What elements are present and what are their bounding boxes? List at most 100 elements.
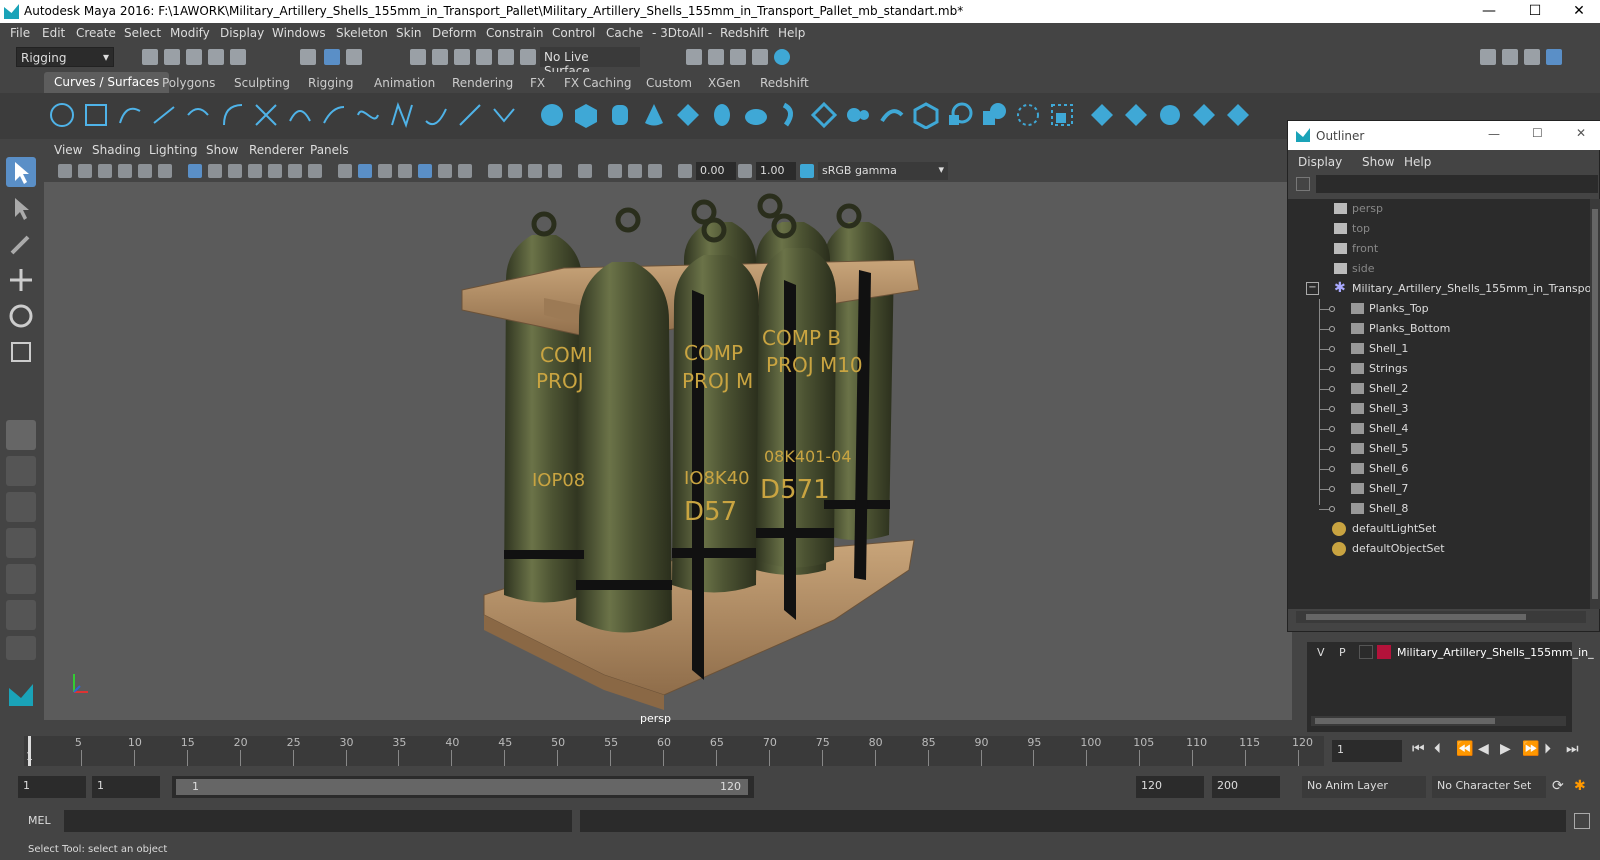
time-ruler[interactable]: 1 5 10 15 20 25 30 35 40 45 50 55 60 65 70 75 80 85 90 95 1… (24, 736, 1324, 766)
step-forward-frame-icon[interactable]: ⏵ (1544, 741, 1551, 757)
lasso-tool-icon[interactable] (6, 193, 36, 223)
outliner-vertical-scrollbar[interactable] (1590, 199, 1600, 609)
layer-type-toggle[interactable] (1359, 645, 1373, 659)
tab-fx-caching[interactable]: FX Caching (564, 76, 631, 90)
tab-sculpting[interactable]: Sculpting (234, 76, 290, 90)
nurbs-sphere-icon[interactable] (538, 101, 566, 129)
cv-curve-icon[interactable] (116, 101, 144, 129)
maximize-button[interactable]: ☐ (1532, 126, 1543, 140)
go-to-start-icon[interactable]: ⏮ (1412, 741, 1425, 757)
maya-home-icon[interactable] (6, 680, 36, 710)
persp-graph-layout-icon[interactable] (6, 528, 36, 558)
collapse-icon[interactable]: − (1306, 282, 1319, 295)
expand-icon[interactable] (1329, 486, 1335, 492)
layout-options-icon[interactable] (6, 636, 36, 660)
hypershade-icon[interactable] (774, 49, 790, 65)
stitch-icon[interactable] (1224, 101, 1252, 129)
nurbs-plane-icon[interactable] (674, 101, 702, 129)
resolution-gate-icon[interactable] (228, 164, 242, 178)
wireframe-icon[interactable] (338, 164, 352, 178)
textured-icon[interactable] (418, 164, 432, 178)
xray-active-icon[interactable] (628, 164, 642, 178)
play-backward-icon[interactable]: ◀ (1478, 741, 1489, 757)
expand-icon[interactable] (1329, 366, 1335, 372)
color-management-icon[interactable] (800, 164, 814, 178)
command-language-label[interactable]: MEL (28, 814, 51, 827)
tab-rendering[interactable]: Rendering (452, 76, 513, 90)
smooth-shade-icon[interactable] (358, 164, 372, 178)
expand-icon[interactable] (1329, 446, 1335, 452)
attribute-editor-icon[interactable] (1524, 49, 1540, 65)
command-input[interactable] (64, 810, 572, 832)
ipr-render-icon[interactable] (730, 49, 746, 65)
vp-menu-renderer[interactable]: Renderer (249, 143, 304, 157)
view-transform-dropdown[interactable]: sRGB gamma ▾ (818, 162, 948, 180)
menu-deform[interactable]: Deform (432, 26, 477, 40)
menu-edit[interactable]: Edit (42, 26, 65, 40)
step-back-frame-icon[interactable]: ⏴ (1434, 741, 1441, 757)
single-perspective-layout-icon[interactable] (6, 420, 36, 450)
gate-mask-icon[interactable] (248, 164, 262, 178)
range-slider[interactable]: 1 120 (172, 776, 754, 798)
viewport-panel[interactable]: COMI PROJ IOP08 COMP PROJ M IO8K40 D57 C… (44, 140, 1292, 720)
character-set-dropdown[interactable]: No Character Set (1432, 776, 1546, 798)
current-frame-field[interactable]: 1 (1332, 740, 1402, 762)
cut-curve-icon[interactable] (286, 101, 314, 129)
loft-icon[interactable] (776, 101, 804, 129)
wireframe-on-shaded-icon[interactable] (398, 164, 412, 178)
attach-curve-icon[interactable] (320, 101, 348, 129)
tab-fx[interactable]: FX (530, 76, 545, 90)
gamma-field[interactable]: 1.00 (756, 162, 796, 180)
vp-menu-view[interactable]: View (54, 143, 82, 157)
default-material-icon[interactable] (378, 164, 392, 178)
step-back-key-icon[interactable]: ⏪ (1456, 741, 1473, 757)
outliner-menu-help[interactable]: Help (1404, 155, 1431, 169)
tab-animation[interactable]: Animation (374, 76, 435, 90)
detach-surfaces-icon[interactable] (1190, 101, 1218, 129)
isolate-select-icon[interactable] (578, 164, 592, 178)
ambient-occlusion-icon[interactable] (488, 164, 502, 178)
gamma-icon[interactable] (738, 164, 752, 178)
select-hierarchy-icon[interactable] (300, 49, 316, 65)
menu-create[interactable]: Create (76, 26, 116, 40)
nurbs-square-icon[interactable] (82, 101, 110, 129)
expand-icon[interactable] (1329, 406, 1335, 412)
grease-pencil-icon[interactable] (158, 164, 172, 178)
expand-icon[interactable] (1329, 426, 1335, 432)
ep-curve-icon[interactable] (150, 101, 178, 129)
insert-knot-icon[interactable] (456, 101, 484, 129)
live-surface-field[interactable]: No Live Surface (540, 47, 640, 78)
menu-3dtoall[interactable]: - 3DtoAll - (652, 26, 712, 40)
playback-start-field[interactable]: 1 (92, 776, 160, 798)
snap-view-icon[interactable] (476, 49, 492, 65)
camera-attributes-icon[interactable] (78, 164, 92, 178)
modeling-toolkit-icon[interactable] (1480, 49, 1496, 65)
image-plane-icon[interactable] (118, 164, 132, 178)
outliner-menu-show[interactable]: Show (1362, 155, 1394, 169)
vp-menu-lighting[interactable]: Lighting (149, 143, 198, 157)
motion-blur-icon[interactable] (508, 164, 522, 178)
scale-tool-icon[interactable] (6, 337, 36, 367)
menu-skeleton[interactable]: Skeleton (336, 26, 388, 40)
outliner-search-input[interactable] (1316, 175, 1598, 193)
menu-redshift[interactable]: Redshift (720, 26, 769, 40)
four-view-layout-icon[interactable] (6, 456, 36, 486)
nurbs-circle-icon[interactable] (48, 101, 76, 129)
boundary-icon[interactable] (912, 101, 940, 129)
outliner-menu-display[interactable]: Display (1298, 155, 1342, 169)
close-button[interactable]: ✕ (1556, 0, 1600, 23)
tab-rigging[interactable]: Rigging (308, 76, 353, 90)
layer-scrollbar[interactable] (1311, 716, 1566, 726)
expand-icon[interactable] (1329, 466, 1335, 472)
square-surface-icon[interactable] (946, 101, 974, 129)
2d-pan-zoom-icon[interactable] (138, 164, 152, 178)
snap-point-icon[interactable] (454, 49, 470, 65)
menu-skin[interactable]: Skin (396, 26, 422, 40)
safe-action-icon[interactable] (288, 164, 302, 178)
anti-aliasing-icon[interactable] (528, 164, 542, 178)
select-component-icon[interactable] (346, 49, 362, 65)
menu-control[interactable]: Control (552, 26, 595, 40)
trim-tool-icon[interactable] (1088, 101, 1116, 129)
play-forward-icon[interactable]: ▶ (1500, 741, 1511, 757)
planar-icon[interactable] (810, 101, 838, 129)
